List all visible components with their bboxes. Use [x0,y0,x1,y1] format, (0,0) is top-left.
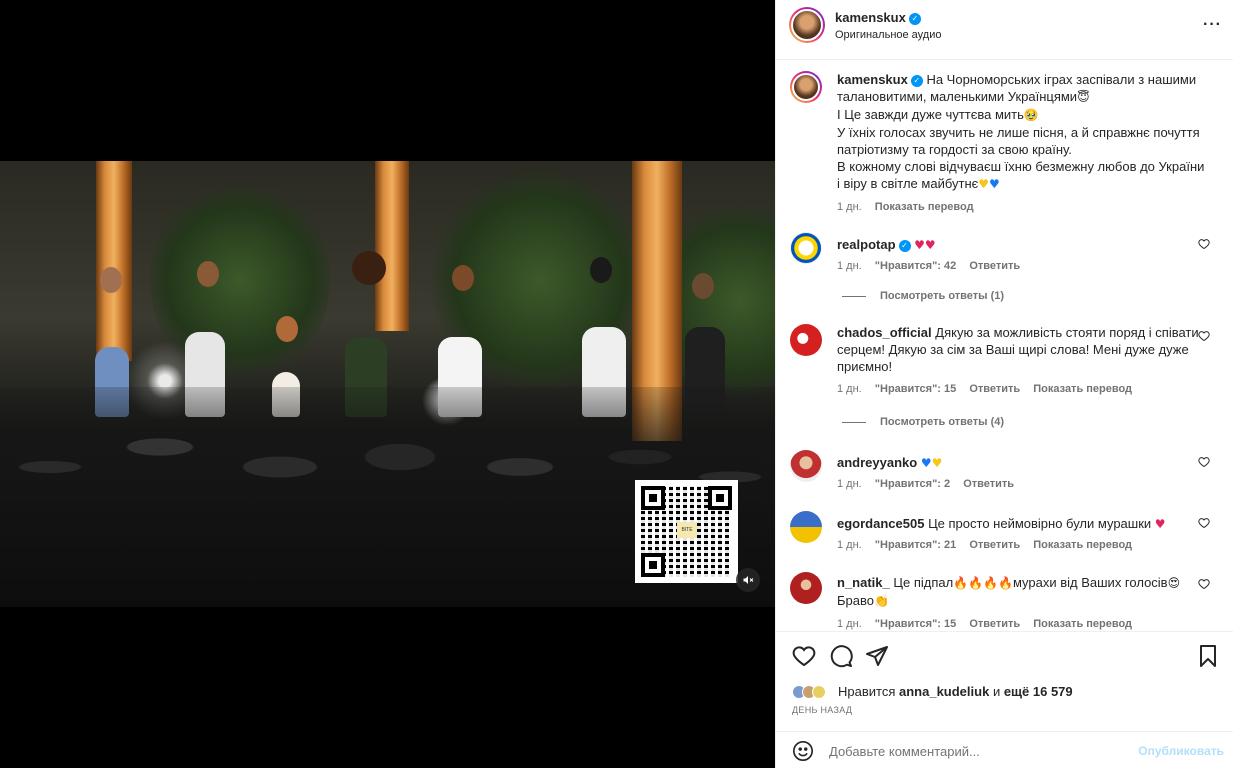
comment-time[interactable]: 1 дн. [837,539,862,551]
comment-input[interactable] [829,741,1119,761]
instagram-post-modal: BITE kamenskux✓ Оригинальное аудио ··· [0,0,1233,768]
likes-count[interactable]: ещё 16 579 [1004,684,1073,699]
liker-username[interactable]: anna_kudeliuk [899,684,989,699]
comment-likes[interactable]: "Нравится": 15 [875,618,956,630]
yellow-heart-icon: ♥ [978,177,990,191]
reply-button[interactable]: Ответить [969,539,1020,551]
verified-badge-icon: ✓ [910,74,923,87]
caption-line: На Чорноморських іграх заспівали з нашим… [926,72,1197,87]
comment-time[interactable]: 1 дн. [837,618,862,630]
caption-line: талановитими, маленькими Українцями [837,89,1078,104]
angel-emoji-icon: 😇 [1077,90,1090,104]
blue-heart-icon: ♥ [920,456,932,470]
comment-time[interactable]: 1 дн. [837,383,862,395]
comment: egordance505 Це просто неймовірно були м… [790,511,1210,551]
view-replies-button[interactable]: Посмотреть ответы (4) [842,416,1004,428]
verified-badge-icon: ✓ [898,239,911,252]
caption-avatar[interactable] [790,71,822,103]
post-date[interactable]: День назад [792,705,852,715]
verified-badge-icon: ✓ [908,12,921,25]
author-username[interactable]: kamenskux [835,10,906,25]
reply-button[interactable]: Ответить [969,383,1020,395]
comment-likes[interactable]: "Нравится": 2 [875,478,950,490]
post-side-panel: kamenskux ✓ Оригинальное аудио ··· kamens… [775,0,1233,768]
reply-button[interactable]: Ответить [963,478,1014,490]
see-translation-button[interactable]: Показать перевод [1033,383,1132,395]
liker-avatar [812,684,826,699]
red-heart-icon: ♥ [1154,517,1166,531]
fire-emoji-icon: 🔥🔥🔥🔥 [953,576,1013,590]
comment-likes[interactable]: "Нравится": 21 [875,539,956,551]
view-replies-button[interactable]: Посмотреть ответы (1) [842,290,1004,302]
commenter-avatar[interactable] [790,324,822,356]
comment: realpotap ✓ ♥♥ 1 дн. "Нравится": 42 Ответ… [790,232,1210,272]
comment: chados_official Дякую за можливість стоя… [790,324,1210,395]
yellow-heart-icon: ♥ [931,456,943,470]
reply-button[interactable]: Ответить [969,618,1020,630]
share-paper-plane-icon[interactable] [865,644,889,668]
save-bookmark-icon[interactable] [1196,644,1220,668]
comment-username[interactable]: chados_official [837,325,932,340]
post-comment-button[interactable]: Опубликовать [1138,744,1224,758]
caption-line: патріотизму та гордості за свою країну. [837,142,1072,157]
moved-face-emoji-icon: 🥹 [1023,108,1039,122]
add-comment-bar: Опубликовать [776,731,1233,768]
caption-username[interactable]: kamenskux [837,72,908,87]
comment-text: Це просто неймовірно були мурашки [928,516,1152,531]
caption-line: і віру в світле майбутнє [837,176,979,191]
more-options-icon[interactable]: ··· [1203,16,1222,34]
like-comment-heart-icon[interactable] [1198,578,1210,590]
muted-speaker-icon [743,576,754,584]
commenter-avatar[interactable] [790,450,822,482]
like-comment-heart-icon[interactable] [1198,517,1210,529]
see-translation-button[interactable]: Показать перевод [875,201,974,213]
see-translation-button[interactable]: Показать перевод [1033,618,1132,630]
comment-likes[interactable]: "Нравится": 15 [875,383,956,395]
like-comment-heart-icon[interactable] [1198,330,1210,342]
caption: kamenskux ✓ На Чорноморських іграх заспів… [790,71,1210,213]
audio-label[interactable]: Оригинальное аудио [835,29,942,41]
like-comment-heart-icon[interactable] [1198,238,1210,250]
comment-text: Це підпал [893,575,954,590]
caption-line: В кожному слові відчуваєш їхню безмежну … [837,159,1205,174]
like-heart-icon[interactable] [792,644,816,668]
mute-button[interactable] [736,568,760,592]
comment-username[interactable]: n_natik_ [837,575,890,590]
comment-username[interactable]: realpotap [837,237,896,252]
emoji-picker-icon[interactable] [792,740,814,762]
comment: andreyyanko ♥♥ 1 дн. "Нравится": 2 Ответ… [790,450,1210,490]
caption-line: У їхніх голосах звучить не лише пісня, а… [837,125,1200,140]
commenter-avatar[interactable] [790,572,822,604]
post-header: kamenskux ✓ Оригинальное аудио ··· [776,0,1233,60]
author-avatar[interactable] [789,7,825,43]
qr-code: BITE [635,480,738,583]
comment-text: мурахи від Ваших голосів [1012,575,1168,590]
comment-bubble-icon[interactable] [829,644,853,668]
comment: n_natik_ Це підпал🔥🔥🔥🔥мурахи від Ваших г… [790,572,1210,630]
qr-logo: BITE [677,522,697,538]
media-area: BITE [0,0,775,768]
blue-heart-icon: ♥ [989,177,1000,191]
comment-username[interactable]: andreyyanko [837,455,917,470]
reply-button[interactable]: Ответить [969,260,1020,272]
comments-list: kamenskux ✓ На Чорноморських іграх заспів… [776,61,1233,631]
red-heart-icon: ♥♥ [914,238,936,252]
comment-time[interactable]: 1 дн. [837,260,862,272]
post-actions: Нравится anna_kudeliuk и ещё 16 579 День… [776,631,1233,731]
heart-eyes-emoji-icon: 😍 [1167,576,1181,590]
see-translation-button[interactable]: Показать перевод [1033,539,1132,551]
comment-text: Браво [837,593,874,608]
likes-prefix: Нравится [838,684,896,699]
likes-and: и [992,684,1001,699]
comment-likes[interactable]: "Нравится": 42 [875,260,956,272]
like-comment-heart-icon[interactable] [1198,456,1210,468]
comment-time[interactable]: 1 дн. [837,478,862,490]
clapping-hands-emoji-icon: 👏 [873,594,889,608]
commenter-avatar[interactable] [790,232,822,264]
commenter-avatar[interactable] [790,511,822,543]
likes-summary[interactable]: Нравится anna_kudeliuk и ещё 16 579 [792,684,1073,699]
comment-username[interactable]: egordance505 [837,516,924,531]
caption-line: І Це завжди дуже чуттєва мить [837,107,1024,122]
caption-time[interactable]: 1 дн. [837,201,862,213]
